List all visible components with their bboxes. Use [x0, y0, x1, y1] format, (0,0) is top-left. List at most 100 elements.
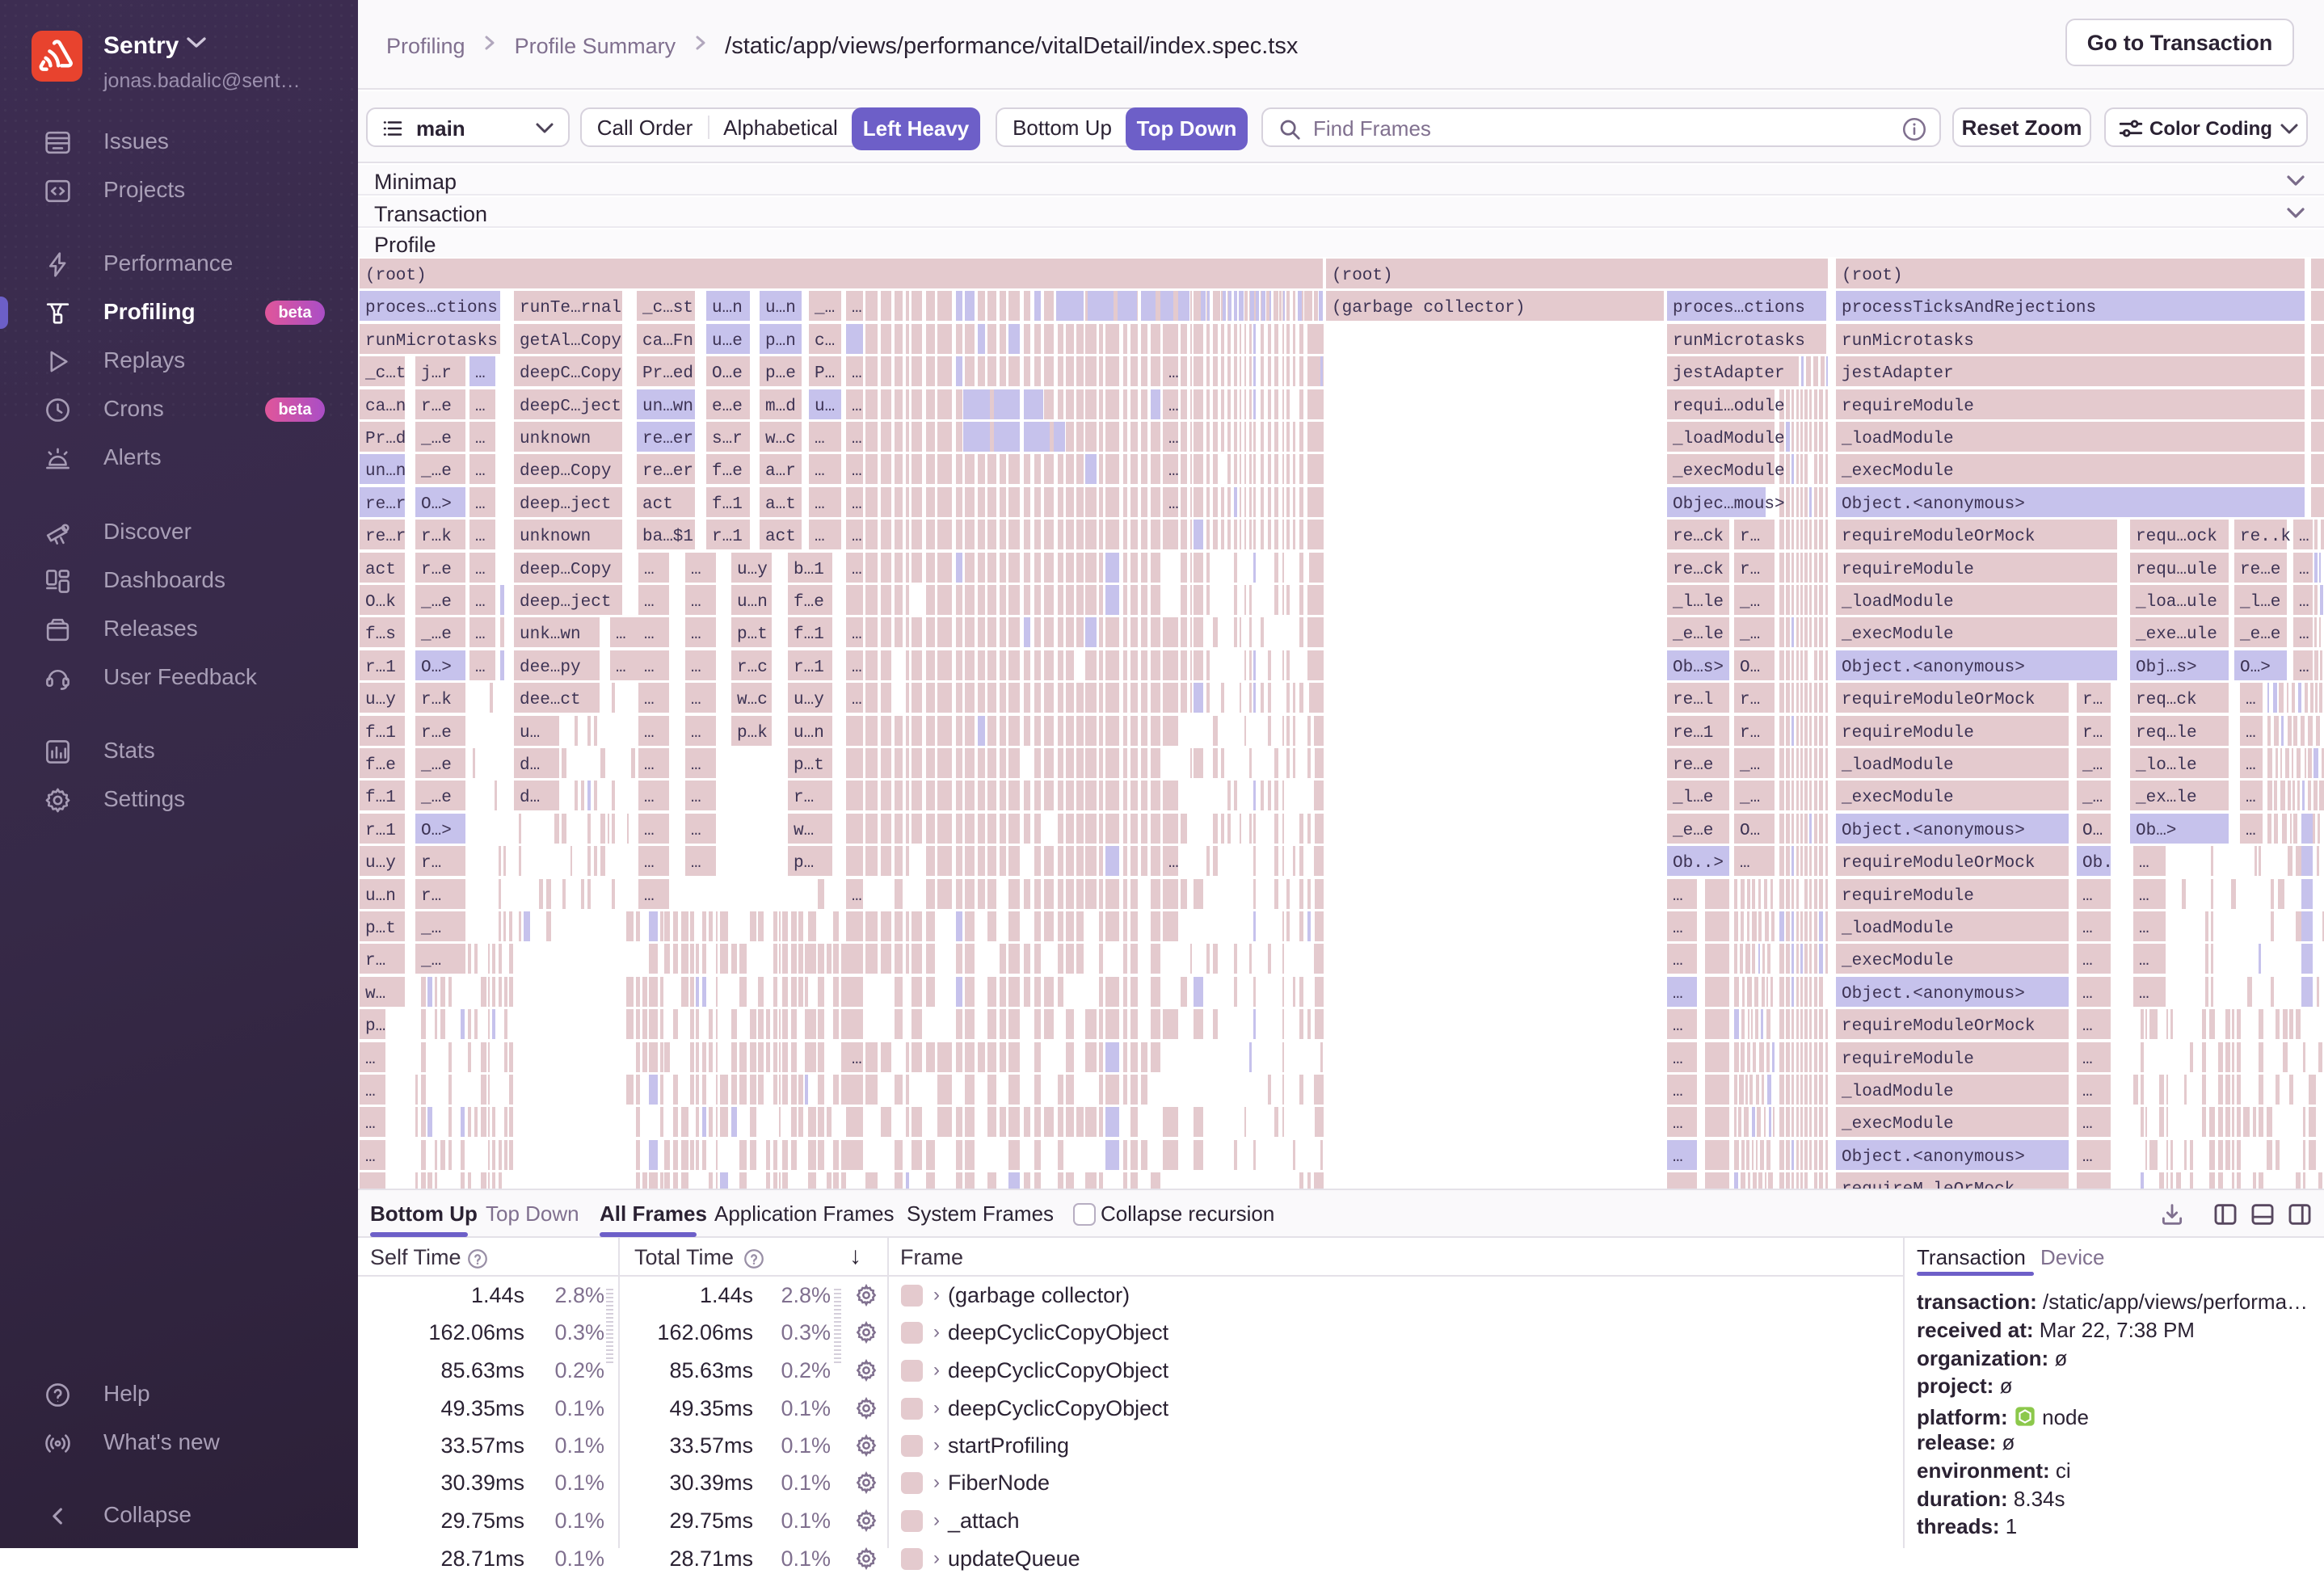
svg-text:…: … [815, 495, 825, 514]
svg-text:O…>: O…> [421, 659, 452, 677]
svg-text:_…: _… [420, 919, 441, 938]
svg-text:…: … [1673, 1050, 1683, 1069]
svg-text:requireModuleOrMock: requireModuleOrMock [1842, 691, 2035, 709]
svg-text:_execModule: _execModule [1841, 789, 1954, 807]
svg-text:…: … [852, 887, 862, 906]
svg-text:re…ck: re…ck [1673, 528, 1724, 546]
svg-text:…: … [2246, 822, 2256, 840]
svg-text:runTe…rnal: runTe…rnal [520, 299, 621, 318]
svg-text:runMicrotasks: runMicrotasks [1842, 332, 1974, 351]
svg-text:P…: P… [815, 364, 835, 383]
svg-text:…: … [2139, 854, 2149, 873]
svg-text:Ob…>: Ob…> [2136, 822, 2176, 840]
svg-text:re…e: re…e [1673, 756, 1713, 775]
svg-text:deep…Copy: deep…Copy [520, 561, 611, 579]
svg-text:…: … [852, 299, 862, 318]
svg-text:m…d: m…d [765, 398, 796, 416]
svg-text:_…e: _…e [420, 462, 452, 481]
svg-text:Ob.: Ob. [2082, 854, 2113, 873]
svg-text:…: … [365, 1148, 376, 1167]
svg-text:_l…e: _l…e [1672, 789, 1713, 807]
svg-text:jestAdapter: jestAdapter [1673, 364, 1785, 383]
svg-text:re…er: re…er [642, 430, 693, 448]
svg-text:…: … [2082, 1148, 2093, 1167]
svg-text:…: … [2082, 985, 2093, 1004]
svg-text:req…ck: req…ck [2136, 691, 2197, 709]
svg-text:…: … [475, 430, 486, 448]
svg-text:…: … [1673, 887, 1683, 906]
svg-text:r…: r… [794, 789, 814, 807]
svg-text:O…>: O…> [2240, 659, 2271, 677]
svg-text:deep…ject: deep…ject [520, 593, 611, 612]
svg-text:r…: r… [365, 952, 385, 970]
svg-text:f…1: f…1 [712, 495, 743, 514]
svg-text:…: … [2246, 691, 2256, 709]
svg-text:_l…e: _l…e [2239, 593, 2280, 612]
svg-text:_…: _… [1739, 593, 1760, 612]
svg-text:…: … [691, 724, 701, 743]
svg-text:act: act [365, 561, 396, 579]
svg-text:Object.<anonymous>: Object.<anonymous> [1842, 822, 2025, 840]
svg-text:…: … [365, 1083, 376, 1101]
svg-text:requi…odule: requi…odule [1673, 398, 1785, 416]
svg-text:_l…le: _l…le [1672, 593, 1724, 612]
svg-text:p…t: p…t [737, 625, 768, 644]
svg-text:f…e: f…e [794, 593, 824, 612]
svg-text:_…: _… [1739, 789, 1760, 807]
svg-text:u…e: u…e [712, 332, 743, 351]
svg-text:_loadModule: _loadModule [1841, 756, 1954, 775]
svg-text:r…1: r…1 [712, 528, 743, 546]
svg-text:_execModule: _execModule [1841, 952, 1954, 970]
svg-text:_…e: _…e [420, 756, 452, 775]
svg-text:…: … [852, 398, 862, 416]
svg-text:requireModuleOrMock: requireModuleOrMock [1842, 528, 2035, 546]
svg-text:…: … [475, 593, 486, 612]
svg-text:…: … [1673, 1083, 1683, 1101]
svg-text:…: … [1673, 985, 1683, 1004]
svg-text:_ex…le: _ex…le [2135, 789, 2197, 807]
svg-text:a…r: a…r [765, 462, 796, 481]
svg-text:…: … [365, 1180, 376, 1189]
svg-text:…: … [691, 854, 701, 873]
svg-text:…: … [2246, 724, 2256, 743]
svg-text:…: … [644, 724, 655, 743]
svg-text:p…: p… [794, 854, 814, 873]
svg-text:s…r: s…r [712, 430, 743, 448]
svg-text:…: … [644, 659, 655, 677]
svg-text:…: … [1673, 952, 1683, 970]
svg-text:…: … [2299, 625, 2309, 644]
svg-text:…: … [1673, 1180, 1683, 1189]
svg-text:un…wn: un…wn [642, 398, 693, 416]
svg-text:(root): (root) [1842, 267, 1903, 285]
svg-text:…: … [691, 625, 701, 644]
svg-text:re…r: re…r [365, 495, 406, 514]
svg-text:re…er: re…er [642, 462, 693, 481]
svg-text:j…r: j…r [421, 364, 452, 383]
svg-text:w…c: w…c [765, 430, 796, 448]
svg-text:u…n: u…n [765, 299, 796, 318]
svg-text:…: … [1673, 919, 1683, 938]
svg-text:r…: r… [1740, 691, 1760, 709]
svg-text:p…k: p…k [737, 724, 768, 743]
svg-text:Object.<anonymous>: Object.<anonymous> [1842, 495, 2025, 514]
svg-text:Pr…ed: Pr…ed [642, 364, 693, 383]
svg-text:…: … [2082, 1083, 2093, 1101]
svg-text:_loadModule: _loadModule [1841, 919, 1954, 938]
svg-text:O…: O… [1740, 822, 1760, 840]
svg-text:…: … [2299, 528, 2309, 546]
svg-text:…: … [691, 822, 701, 840]
svg-text:f…1: f…1 [365, 789, 396, 807]
svg-text:…: … [475, 462, 486, 481]
svg-text:act: act [765, 528, 796, 546]
svg-text:…: … [2139, 985, 2149, 1004]
svg-text:…: … [644, 887, 655, 906]
svg-text:…: … [852, 625, 862, 644]
svg-text:r…k: r…k [421, 691, 452, 709]
svg-text:u…n: u…n [365, 887, 396, 906]
svg-text:d…: d… [520, 789, 540, 807]
svg-text:Obj…s>: Obj…s> [2136, 659, 2197, 677]
svg-text:(garbage collector): (garbage collector) [1332, 299, 1525, 318]
svg-text:_…: _… [814, 299, 835, 318]
svg-text:…: … [365, 1115, 376, 1134]
svg-text:…: … [1673, 1017, 1683, 1036]
